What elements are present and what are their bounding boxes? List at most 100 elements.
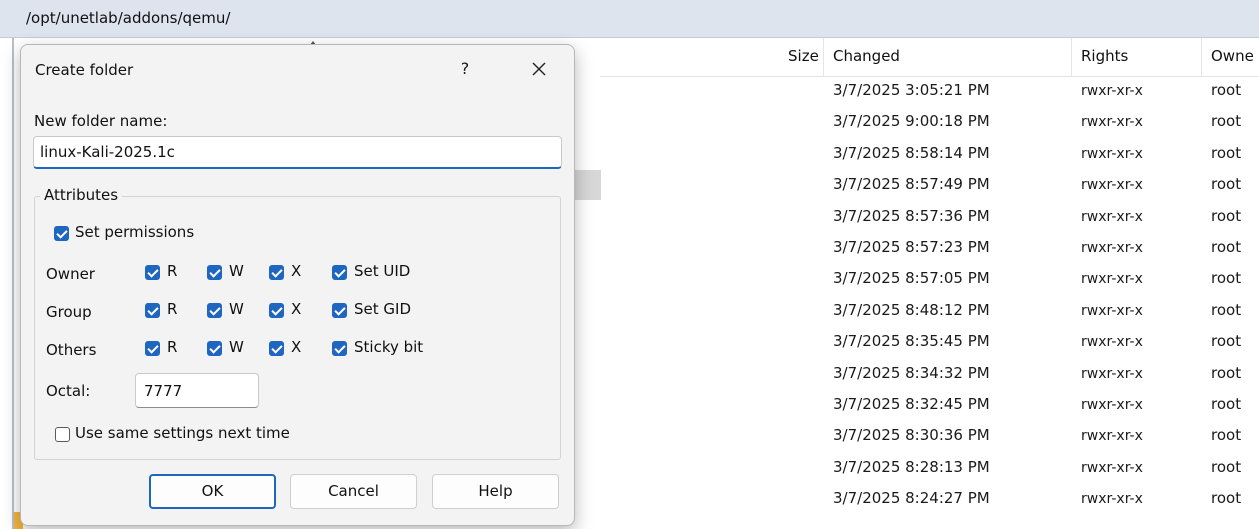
changed-cell: 3/7/2025 8:57:23 PM: [833, 238, 990, 256]
group-write-checkbox[interactable]: [207, 303, 222, 318]
owner-execute-label[interactable]: X: [291, 262, 301, 280]
owner-cell: root: [1211, 426, 1242, 445]
octal-label: Octal:: [46, 382, 91, 400]
attributes-label: Attributes: [40, 186, 123, 204]
set-permissions-checkbox[interactable]: [54, 226, 69, 241]
file-row[interactable]: 3/7/2025 8:35:45 PM rwxr-xr-x root: [600, 327, 1259, 358]
owner-cell: root: [1211, 143, 1242, 162]
octal-input[interactable]: [135, 373, 259, 408]
rights-cell: rwxr-xr-x: [1081, 397, 1143, 413]
ok-button[interactable]: OK: [149, 474, 276, 509]
owner-read-checkbox[interactable]: [145, 265, 160, 280]
rights-cell: rwxr-xr-x: [1081, 459, 1143, 476]
same-settings-label[interactable]: Use same settings next time: [75, 424, 290, 442]
file-row[interactable]: 3/7/2025 3:05:21 PM rwxr-xr-x root: [600, 76, 1259, 107]
owner-cell: root: [1211, 112, 1242, 131]
set-gid-checkbox[interactable]: [332, 303, 347, 318]
others-execute-label[interactable]: X: [291, 338, 301, 356]
file-list: Size Changed Rights Owne 3/7/2025 3:05:2…: [600, 38, 1259, 529]
group-write-label[interactable]: W: [229, 300, 244, 318]
path-bar[interactable]: /opt/unetlab/addons/qemu/: [0, 0, 1259, 38]
owner-execute-checkbox[interactable]: [269, 265, 284, 280]
changed-cell: 3/7/2025 8:57:49 PM: [833, 175, 990, 194]
group-read-checkbox[interactable]: [145, 303, 160, 318]
file-row[interactable]: 3/7/2025 8:57:05 PM rwxr-xr-x root: [600, 264, 1259, 295]
file-row[interactable]: 3/7/2025 8:28:13 PM rwxr-xr-x root: [600, 453, 1259, 484]
file-row[interactable]: 3/7/2025 8:57:36 PM rwxr-xr-x root: [600, 202, 1259, 233]
changed-cell: 3/7/2025 8:28:13 PM: [833, 457, 990, 476]
owner-read-label[interactable]: R: [167, 262, 177, 280]
rights-cell: rwxr-xr-x: [1081, 491, 1143, 508]
changed-cell: 3/7/2025 8:57:36 PM: [833, 206, 990, 225]
sticky-bit-label[interactable]: Sticky bit: [354, 338, 423, 356]
others-write-checkbox[interactable]: [207, 341, 222, 356]
owner-label: Owner: [46, 265, 95, 283]
file-row[interactable]: 3/7/2025 8:57:23 PM rwxr-xr-x root: [600, 233, 1259, 264]
owner-write-label[interactable]: W: [229, 262, 244, 280]
owner-cell: root: [1211, 395, 1242, 413]
set-uid-checkbox[interactable]: [332, 265, 347, 280]
column-header-size[interactable]: Size: [788, 47, 819, 65]
owner-cell: root: [1211, 363, 1242, 382]
column-header-changed[interactable]: Changed: [833, 47, 900, 65]
panel-divider: [12, 38, 14, 529]
path-text: /opt/unetlab/addons/qemu/: [26, 9, 231, 27]
owner-cell: root: [1211, 300, 1242, 319]
column-divider[interactable]: [1071, 38, 1072, 76]
set-uid-label[interactable]: Set UID: [354, 262, 410, 280]
help-button[interactable]: Help: [432, 474, 559, 509]
group-execute-label[interactable]: X: [291, 300, 301, 318]
others-read-checkbox[interactable]: [145, 341, 160, 356]
dialog-title: Create folder: [35, 61, 134, 79]
column-divider[interactable]: [823, 38, 824, 76]
file-row[interactable]: 3/7/2025 9:00:18 PM rwxr-xr-x root: [600, 107, 1259, 138]
changed-cell: 3/7/2025 8:30:36 PM: [833, 426, 990, 445]
others-execute-checkbox[interactable]: [269, 341, 284, 356]
others-write-label[interactable]: W: [229, 338, 244, 356]
close-icon: [532, 62, 546, 76]
owner-cell: root: [1211, 332, 1242, 351]
set-gid-label[interactable]: Set GID: [354, 300, 411, 318]
same-settings-checkbox[interactable]: [55, 427, 70, 442]
rights-cell: rwxr-xr-x: [1081, 145, 1143, 162]
rights-cell: rwxr-xr-x: [1081, 177, 1143, 194]
group-execute-checkbox[interactable]: [269, 303, 284, 318]
file-row[interactable]: 3/7/2025 8:24:27 PM rwxr-xr-x root: [600, 484, 1259, 515]
others-label: Others: [46, 341, 97, 359]
file-row[interactable]: 3/7/2025 8:34:32 PM rwxr-xr-x root: [600, 359, 1259, 390]
owner-cell: root: [1211, 238, 1242, 256]
folder-name-input[interactable]: [33, 136, 562, 169]
file-list-header: Size Changed Rights Owne: [600, 38, 1259, 77]
owner-cell: root: [1211, 81, 1242, 99]
rights-cell: rwxr-xr-x: [1081, 83, 1143, 99]
others-read-label[interactable]: R: [167, 338, 177, 356]
group-read-label[interactable]: R: [167, 300, 177, 318]
rights-cell: rwxr-xr-x: [1081, 302, 1143, 319]
column-header-owner[interactable]: Owne: [1211, 47, 1254, 65]
rights-cell: rwxr-xr-x: [1081, 334, 1143, 351]
file-row[interactable]: 3/7/2025 8:57:49 PM rwxr-xr-x root: [600, 170, 1259, 201]
changed-cell: 3/7/2025 8:32:45 PM: [833, 395, 990, 413]
column-header-rights[interactable]: Rights: [1081, 47, 1128, 65]
help-icon[interactable]: ?: [455, 59, 475, 81]
owner-write-checkbox[interactable]: [207, 265, 222, 280]
changed-cell: 3/7/2025 8:35:45 PM: [833, 332, 990, 351]
new-folder-name-label: New folder name:: [34, 112, 168, 130]
changed-cell: 3/7/2025 9:00:18 PM: [833, 112, 990, 131]
file-row[interactable]: 3/7/2025 8:32:45 PM rwxr-xr-x root: [600, 390, 1259, 421]
owner-cell: root: [1211, 206, 1242, 225]
file-row[interactable]: 3/7/2025 8:48:12 PM rwxr-xr-x root: [600, 296, 1259, 327]
file-row[interactable]: 3/7/2025 8:58:14 PM rwxr-xr-x root: [600, 139, 1259, 170]
sticky-bit-checkbox[interactable]: [332, 341, 347, 356]
changed-cell: 3/7/2025 8:57:05 PM: [833, 269, 990, 288]
column-divider[interactable]: [1201, 38, 1202, 76]
rights-cell: rwxr-xr-x: [1081, 365, 1143, 382]
file-row[interactable]: 3/7/2025 8:30:36 PM rwxr-xr-x root: [600, 421, 1259, 452]
set-permissions-label[interactable]: Set permissions: [75, 223, 194, 241]
rights-cell: rwxr-xr-x: [1081, 428, 1143, 445]
rights-cell: rwxr-xr-x: [1081, 271, 1143, 288]
cancel-button[interactable]: Cancel: [290, 474, 417, 509]
owner-cell: root: [1211, 457, 1242, 476]
close-button[interactable]: [525, 55, 553, 83]
changed-cell: 3/7/2025 3:05:21 PM: [833, 81, 990, 99]
